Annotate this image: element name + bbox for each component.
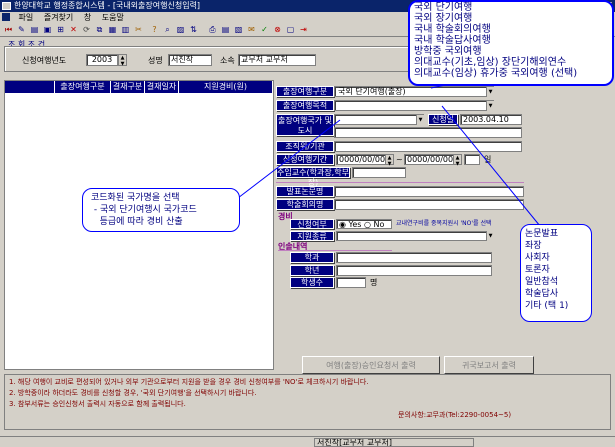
country-callout-line-1: 코드화된 국가명을 선택 — [91, 193, 180, 203]
purpose-callout: 논문발표 좌장 사회자 토론자 일반참석 학술답사 기타 (택 1) — [520, 224, 592, 322]
purpose-option-5: 일반참석 — [525, 277, 559, 287]
purpose-option-4: 토론자 — [525, 265, 550, 275]
country-callout-line-2: - 국외 단기여행시 국가코드 — [91, 205, 197, 215]
trip-option-5[interactable]: 방학중 국외여행 — [410, 46, 612, 57]
purpose-option-3: 사회자 — [525, 253, 550, 263]
country-callout-line-3: 등급에 따라 경비 산출 — [91, 217, 183, 227]
country-callout: 코드화된 국가명을 선택 - 국외 단기여행시 국가코드 등급에 따라 경비 산… — [82, 188, 240, 232]
purpose-option-7: 기타 (택 1) — [525, 301, 569, 311]
trip-option-2[interactable]: 국외 장기여행 — [410, 13, 612, 24]
trip-option-6[interactable]: 의대교수(기초,임상) 장단기해외연수 — [410, 57, 612, 68]
trip-option-4[interactable]: 국내 학술답사여행 — [410, 35, 612, 46]
trip-option-3[interactable]: 국내 학술회의여행 — [410, 24, 612, 35]
purpose-option-2: 좌장 — [525, 241, 542, 251]
trip-option-7[interactable]: 의대교수(임상) 휴가중 국외여행 (선택) — [410, 68, 612, 79]
purpose-option-1: 논문발표 — [525, 229, 559, 239]
trip-option-1[interactable]: 국외 단기여행 — [410, 2, 612, 13]
trip-options-popup: 국외 단기여행 국외 장기여행 국내 학술회의여행 국내 학술답사여행 방학중 … — [408, 0, 614, 86]
purpose-option-6: 학술답사 — [525, 289, 559, 299]
